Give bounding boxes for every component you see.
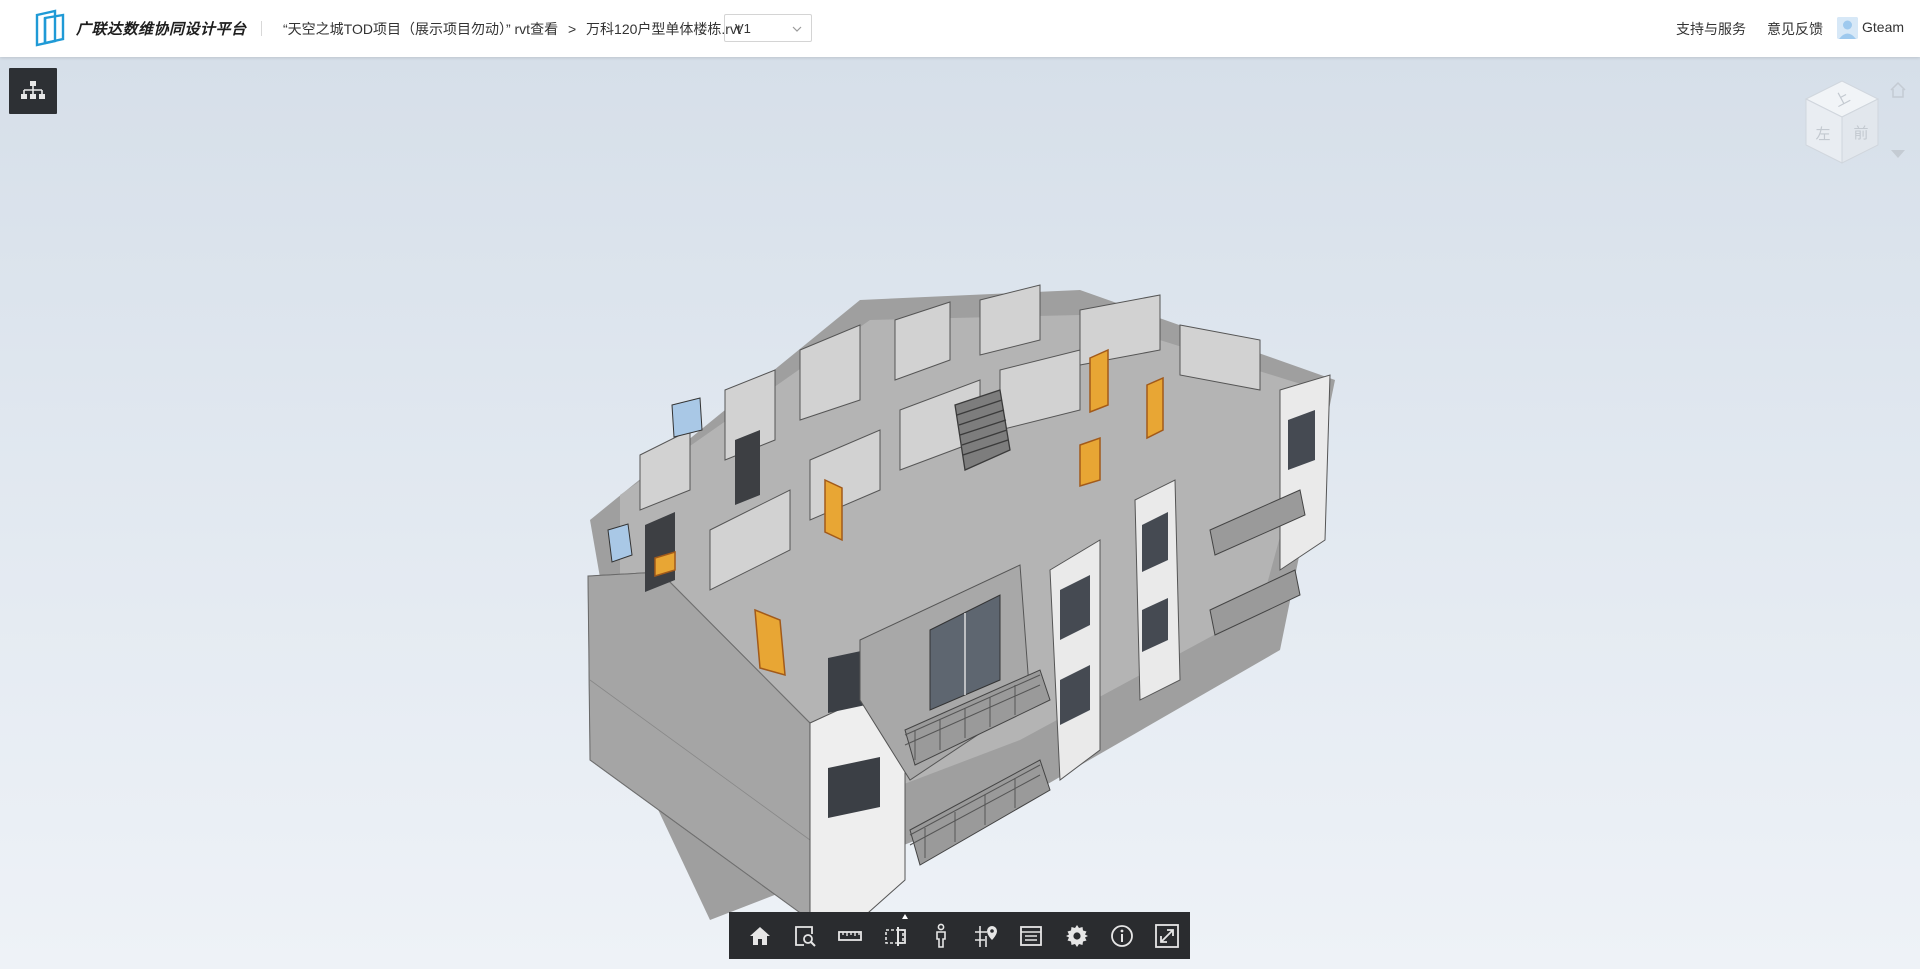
chevron-down-icon (792, 26, 802, 32)
info-button[interactable] (1099, 912, 1144, 959)
measure-button[interactable] (828, 912, 873, 959)
person-icon (936, 923, 946, 948)
section-icon (884, 926, 906, 946)
toolbar-expand-caret[interactable] (902, 914, 908, 919)
model-tree-button[interactable] (9, 68, 57, 114)
building-model[interactable] (560, 280, 1360, 920)
avatar[interactable] (1837, 17, 1858, 39)
support-link[interactable]: 支持与服务 (1676, 19, 1746, 39)
viewer-toolbar (729, 912, 1190, 959)
settings-button[interactable] (1054, 912, 1099, 959)
viewcube-menu-icon[interactable] (1890, 148, 1906, 160)
fullscreen-icon (1155, 923, 1180, 948)
walkthrough-button[interactable] (918, 912, 963, 959)
viewcube-front-label[interactable]: 前 (1853, 124, 1868, 142)
breadcrumb-view[interactable]: rvt查看 (515, 21, 559, 37)
hierarchy-icon (21, 81, 45, 99)
feedback-link[interactable]: 意见反馈 (1767, 19, 1823, 39)
section-box-button[interactable] (873, 912, 918, 959)
zoom-window-button[interactable] (782, 912, 827, 959)
info-icon (1111, 924, 1133, 947)
properties-button[interactable] (1009, 912, 1054, 959)
gear-icon (1065, 924, 1088, 947)
version-select[interactable]: V1 (724, 14, 812, 42)
map-pin-icon (975, 925, 998, 947)
top-bar: 广联达数维协同设计平台 “天空之城TOD项目（展示项目勿动）” rvt查看 > … (0, 0, 1920, 57)
header-divider (261, 21, 262, 36)
locate-button[interactable] (963, 912, 1008, 959)
home-icon (749, 926, 770, 945)
username[interactable]: Gteam (1862, 19, 1904, 35)
home-view-button[interactable] (737, 912, 782, 959)
fullscreen-button[interactable] (1145, 912, 1190, 959)
breadcrumb-file: 万科120户型单体楼栋.rvt (586, 21, 741, 37)
version-select-value: V1 (735, 21, 751, 36)
viewcube-left-label[interactable]: 左 (1815, 125, 1830, 143)
ruler-icon (838, 930, 863, 941)
breadcrumb-project[interactable]: “天空之城TOD项目（展示项目勿动）” (283, 21, 511, 37)
breadcrumb-separator: > (567, 21, 577, 37)
viewcube-home-icon[interactable] (1888, 80, 1908, 100)
list-icon (1020, 925, 1043, 946)
breadcrumb: “天空之城TOD项目（展示项目勿动）” rvt查看 > 万科120户型单体楼栋.… (283, 19, 741, 39)
brand-title: 广联达数维协同设计平台 (76, 21, 247, 38)
zoom-box-icon (795, 925, 816, 947)
view-cube[interactable]: 上 左 前 (1796, 77, 1888, 169)
app-logo[interactable] (33, 9, 69, 47)
user-icon (1837, 17, 1858, 39)
